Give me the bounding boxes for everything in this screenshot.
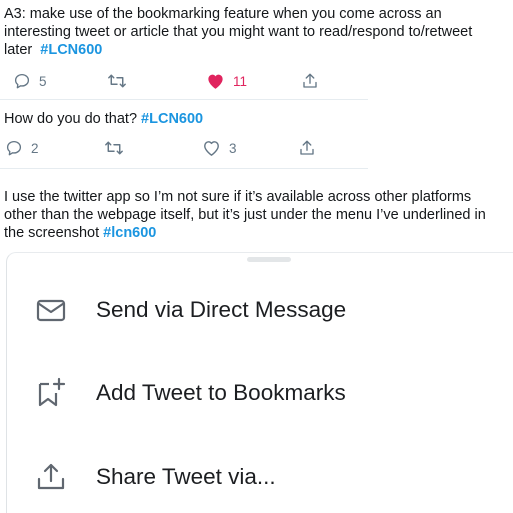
share-tweet-via-item[interactable]: Share Tweet via... [7, 455, 513, 499]
reply-icon [6, 140, 22, 156]
retweet-icon [108, 74, 126, 88]
tweet-text-line: I use the twitter app so I’m not sure if… [4, 189, 472, 205]
tweet-text-line: interesting tweet or article that you mi… [4, 24, 473, 40]
share-icon [303, 73, 317, 88]
envelope-icon [36, 299, 66, 322]
sheet-item-label: Share Tweet via... [96, 464, 276, 489]
tweet-2-actions: 2 3 [0, 137, 513, 159]
share-button[interactable] [301, 70, 319, 92]
like-count: 11 [233, 73, 248, 89]
add-to-bookmarks-item[interactable]: Add Tweet to Bookmarks [7, 371, 513, 415]
tweet-text-line: later #LCN600 [4, 41, 509, 59]
retweet-icon [105, 141, 123, 155]
tweet-3-text: I use the twitter app so I’m not sure if… [4, 188, 509, 242]
hashtag-link[interactable]: #LCN600 [141, 111, 203, 127]
reply-icon [14, 73, 30, 89]
tweet-text-line: other than the webpage itself, but it’s … [4, 207, 486, 223]
sheet-item-label: Send via Direct Message [96, 297, 347, 322]
sheet-item-label: Add Tweet to Bookmarks [96, 380, 346, 405]
like-count: 3 [229, 140, 237, 156]
share-icon [37, 463, 65, 490]
reply-button[interactable]: 5 [13, 70, 47, 92]
tweet-text-fragment: How do you do that? [4, 111, 138, 127]
tweet-text-fragment: later [4, 42, 33, 58]
send-direct-message-item[interactable]: Send via Direct Message [7, 288, 513, 332]
tweet-divider [0, 168, 368, 169]
tweet-1-actions: 5 11 [0, 70, 513, 92]
tweet-text-line: the screenshot #lcn600 [4, 224, 509, 242]
retweet-button[interactable] [104, 137, 124, 159]
share-button[interactable] [298, 137, 316, 159]
hashtag-link[interactable]: #lcn600 [103, 225, 156, 241]
tweet-2-text: How do you do that? #LCN600 [4, 110, 509, 128]
heart-filled-icon [208, 74, 223, 89]
tweet-divider [0, 99, 368, 100]
tweet-text-line: A3: make use of the bookmarking feature … [4, 6, 442, 22]
reply-count: 5 [39, 73, 47, 89]
share-icon [300, 140, 314, 155]
like-button[interactable]: 3 [202, 137, 237, 159]
tweet-text-fragment: the screenshot [4, 225, 100, 241]
retweet-button[interactable] [107, 70, 127, 92]
share-sheet: Send via Direct Message Add Tweet to Boo… [6, 252, 513, 513]
reply-button[interactable]: 2 [5, 137, 39, 159]
heart-icon [204, 141, 219, 156]
hashtag-link[interactable]: #LCN600 [40, 42, 102, 58]
like-button[interactable]: 11 [206, 70, 247, 92]
drag-handle[interactable] [247, 257, 291, 262]
tweet-1-text: A3: make use of the bookmarking feature … [4, 5, 509, 59]
bookmark-add-icon [38, 377, 66, 407]
reply-count: 2 [31, 140, 39, 156]
